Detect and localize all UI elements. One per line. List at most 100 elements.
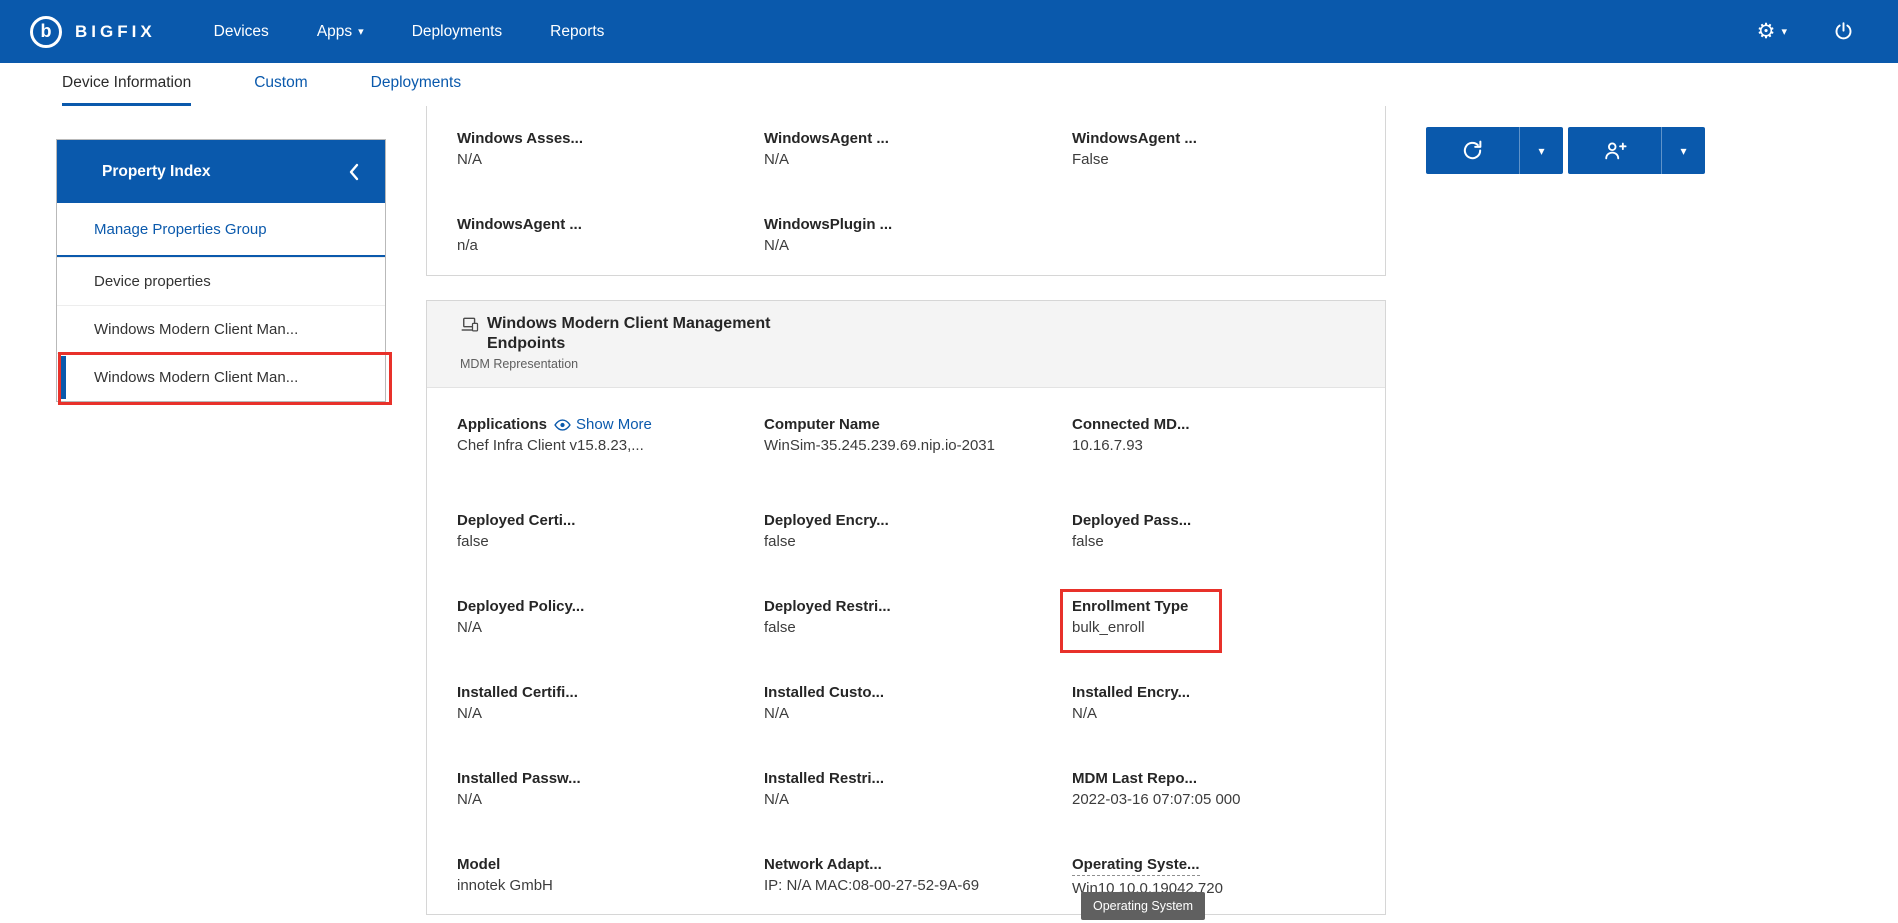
mdm-last-report-property: MDM Last Repo... 2022-03-16 07:07:05 000 xyxy=(1072,770,1355,856)
property-value: innotek GmbH xyxy=(457,877,764,894)
tooltip: Operating System xyxy=(1081,892,1205,920)
model-property: Model innotek GmbH xyxy=(457,856,764,897)
property-label: Connected MD... xyxy=(1072,416,1355,433)
property-value: False xyxy=(1072,151,1355,168)
property-label: Operating Syste... xyxy=(1072,856,1355,876)
add-user-icon xyxy=(1603,139,1627,162)
show-more-label: Show More xyxy=(576,416,652,433)
device-endpoint-icon xyxy=(460,316,480,334)
property-value: WinSim-35.245.239.69.nip.io-2031 xyxy=(764,437,1072,454)
deployed-policy-property: Deployed Policy... N/A xyxy=(457,598,764,684)
selected-indicator xyxy=(60,356,66,399)
property-index-title: Property Index xyxy=(102,163,211,181)
sidebar-item-windows-modern-client-management-endpoints[interactable]: Windows Modern Client Man... xyxy=(57,353,385,401)
property-label: Computer Name xyxy=(764,416,1072,433)
property-value: N/A xyxy=(1072,705,1355,722)
chevron-down-icon: ▾ xyxy=(358,25,364,38)
show-more-link[interactable]: Show More xyxy=(554,416,652,433)
property-value: N/A xyxy=(457,151,764,168)
property-label: Installed Certifi... xyxy=(457,684,764,701)
property-value: false xyxy=(764,533,1072,550)
deployed-restrictions-property: Deployed Restri... false xyxy=(764,598,1072,684)
chevron-down-icon: ▾ xyxy=(1538,144,1544,158)
property-cell: WindowsAgent ... n/a xyxy=(457,216,764,254)
tooltip-trigger[interactable]: Operating Syste... xyxy=(1072,856,1200,876)
network-adapter-property: Network Adapt... IP: N/A MAC:08-00-27-52… xyxy=(764,856,1072,897)
property-label: Installed Restri... xyxy=(764,770,1072,787)
deploy-button-main[interactable] xyxy=(1426,127,1519,174)
tab-device-information[interactable]: Device Information xyxy=(62,63,191,106)
wmcm-endpoints-card: Windows Modern Client Management Endpoin… xyxy=(426,300,1386,915)
tab-bar: Device Information Custom Deployments xyxy=(0,63,1898,106)
nav-deployments[interactable]: Deployments xyxy=(412,23,502,41)
property-label: WindowsAgent ... xyxy=(764,130,1072,147)
property-value: Chef Infra Client v15.8.23,... xyxy=(457,437,764,454)
property-cell: Windows Asses... N/A xyxy=(457,130,764,216)
add-user-dropdown-toggle[interactable]: ▾ xyxy=(1661,127,1705,174)
enrollment-type-property: Enrollment Type bulk_enroll xyxy=(1072,598,1355,684)
device-actions: ▾ ▾ xyxy=(1426,127,1705,174)
computer-name-property: Computer Name WinSim-35.245.239.69.nip.i… xyxy=(764,416,1072,512)
property-value: false xyxy=(1072,533,1355,550)
nav-apps-label: Apps xyxy=(317,23,352,41)
gear-icon: ⚙ xyxy=(1757,21,1776,42)
property-index-panel: Property Index Manage Properties Group D… xyxy=(56,139,386,402)
property-label: Installed Custo... xyxy=(764,684,1072,701)
device-properties-card: Windows Asses... N/A WindowsAgent ... N/… xyxy=(426,106,1386,276)
bigfix-logo-icon: b xyxy=(30,16,62,48)
property-label: Applications xyxy=(457,416,547,433)
property-label: Deployed Pass... xyxy=(1072,512,1355,529)
installed-custom-property: Installed Custo... N/A xyxy=(764,684,1072,770)
property-value: N/A xyxy=(764,791,1072,808)
property-label: Model xyxy=(457,856,764,873)
property-value: N/A xyxy=(764,151,1072,168)
deploy-button[interactable]: ▾ xyxy=(1426,127,1563,174)
sidebar-item-device-properties[interactable]: Device properties xyxy=(57,257,385,305)
logout-button[interactable] xyxy=(1833,21,1854,42)
tab-deployments[interactable]: Deployments xyxy=(371,63,461,106)
deployed-certificate-property: Deployed Certi... false xyxy=(457,512,764,598)
navbar-right: ⚙ ▾ xyxy=(1757,21,1854,42)
installed-encryption-property: Installed Encry... N/A xyxy=(1072,684,1355,770)
settings-menu-button[interactable]: ⚙ ▾ xyxy=(1757,21,1787,42)
sidebar-item-manage-properties-group[interactable]: Manage Properties Group xyxy=(57,203,385,257)
property-label: WindowsPlugin ... xyxy=(764,216,1072,233)
deploy-refresh-icon xyxy=(1461,139,1484,162)
chevron-down-icon: ▾ xyxy=(1680,144,1686,158)
property-label: Installed Encry... xyxy=(1072,684,1355,701)
wmcm-endpoints-card-header: Windows Modern Client Management Endpoin… xyxy=(427,301,1385,388)
deploy-dropdown-toggle[interactable]: ▾ xyxy=(1519,127,1563,174)
nav-reports[interactable]: Reports xyxy=(550,23,604,41)
nav-apps[interactable]: Apps ▾ xyxy=(317,23,364,41)
add-user-button-main[interactable] xyxy=(1568,127,1661,174)
installed-passcode-property: Installed Passw... N/A xyxy=(457,770,764,856)
property-label: WindowsAgent ... xyxy=(1072,130,1355,147)
property-value: N/A xyxy=(457,619,764,636)
property-value: n/a xyxy=(457,237,764,254)
sidebar-item-windows-modern-client-management[interactable]: Windows Modern Client Man... xyxy=(57,305,385,353)
collapse-panel-button[interactable] xyxy=(348,163,359,181)
tab-custom[interactable]: Custom xyxy=(254,63,307,106)
property-index-header[interactable]: Property Index xyxy=(57,140,385,203)
property-value: N/A xyxy=(764,237,1072,254)
top-navbar: b BIGFIX Devices Apps ▾ Deployments Repo… xyxy=(0,0,1898,63)
brand-name: BIGFIX xyxy=(75,22,156,42)
property-cell: WindowsPlugin ... N/A xyxy=(764,216,1072,254)
deployed-passcode-property: Deployed Pass... false xyxy=(1072,512,1355,598)
property-label: MDM Last Repo... xyxy=(1072,770,1355,787)
property-label: Installed Passw... xyxy=(457,770,764,787)
add-user-button[interactable]: ▾ xyxy=(1568,127,1705,174)
card-title: Windows Modern Client Management Endpoin… xyxy=(487,314,787,354)
main-nav: Devices Apps ▾ Deployments Reports xyxy=(214,23,605,41)
property-label: Deployed Restri... xyxy=(764,598,1072,615)
property-label: Deployed Certi... xyxy=(457,512,764,529)
operating-system-property: Operating Syste... Win10 10.0.19042.720 xyxy=(1072,856,1355,897)
property-value: 2022-03-16 07:07:05 000 xyxy=(1072,791,1355,808)
property-value: N/A xyxy=(457,705,764,722)
property-value: bulk_enroll xyxy=(1072,619,1355,636)
property-value: N/A xyxy=(764,705,1072,722)
nav-devices[interactable]: Devices xyxy=(214,23,269,41)
chevron-down-icon: ▾ xyxy=(1781,25,1787,38)
bigfix-logo[interactable]: b BIGFIX xyxy=(30,16,156,48)
applications-property: Applications Show More Chef Infra Client… xyxy=(457,416,764,512)
